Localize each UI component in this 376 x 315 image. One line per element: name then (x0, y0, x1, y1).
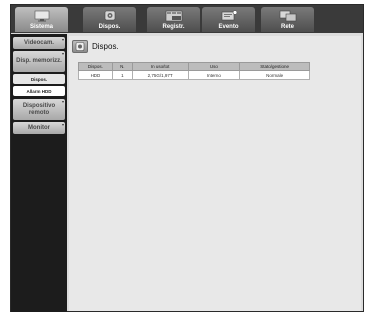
app-window: Sistema Dispos. Registr. Evento Rete ▾ V… (10, 4, 364, 312)
expand-marker-icon: ▾ (61, 122, 64, 127)
sidebar-item-label: Dispos. (30, 76, 48, 82)
column-header: Dispos. (78, 62, 113, 71)
tab-evento[interactable]: Evento (202, 7, 255, 32)
sidebar-item-dispos[interactable]: Dispos. (13, 74, 65, 84)
expand-marker-icon: ▾ (61, 99, 64, 104)
table-cell: 2,75G/1,97T (131, 70, 189, 80)
content-panel: Dispos. Dispos. N. In uso/tot Uso Stato/… (69, 36, 361, 311)
camera-icon (75, 42, 85, 51)
monitor-icon (34, 10, 49, 22)
tab-dispos[interactable]: Dispos. (83, 7, 136, 32)
sidebar-item-label: Dispositivo remoto (22, 102, 56, 116)
device-table: Dispos. N. In uso/tot Uso Stato/gestione… (78, 62, 310, 80)
sidebar-item-label: Monitor (28, 124, 50, 131)
tab-registr-label: Registr. (162, 24, 185, 30)
table-cell: HDD (78, 70, 113, 80)
sidebar-item-label: Videocam. (24, 39, 54, 46)
column-header: Uso (187, 62, 241, 71)
column-header: Stato/gestione (239, 62, 310, 71)
table-cell: Normale (239, 70, 310, 80)
sidebar-item-label: Disp. memorizz. (16, 58, 62, 64)
table-cell: Interno (187, 70, 241, 80)
sidebar-item-disp-memorizz[interactable]: ▾ Disp. memorizz. (13, 51, 65, 72)
table-row[interactable]: HDD 1 2,75G/1,97T Interno Normale (78, 70, 310, 80)
sidebar: ▾ Videocam. ▾ Disp. memorizz. Dispos. Al… (11, 34, 67, 312)
tab-evento-label: Evento (218, 24, 239, 30)
table-cell: 1 (111, 70, 133, 80)
top-navigation-bar: Sistema Dispos. Registr. Evento Rete (11, 5, 363, 33)
expand-marker-icon: ▾ (61, 51, 64, 56)
sidebar-item-videocam[interactable]: ▾ Videocam. (13, 37, 65, 49)
sidebar-item-label: Allarm HDD (26, 88, 52, 94)
column-header: In uso/tot (131, 62, 189, 71)
camera-icon (104, 10, 115, 21)
tab-dispos-label: Dispos. (98, 24, 121, 30)
sidebar-item-dispositivo-remoto[interactable]: ▾ Dispositivo remoto (13, 99, 65, 120)
expand-marker-icon: ▾ (61, 37, 64, 42)
tab-registr[interactable]: Registr. (147, 7, 200, 32)
network-icon (279, 10, 296, 22)
device-icon (72, 40, 88, 53)
tab-rete-label: Rete (280, 24, 294, 30)
table-header-row: Dispos. N. In uso/tot Uso Stato/gestione (78, 62, 310, 71)
sidebar-item-monitor[interactable]: ▾ Monitor (13, 122, 65, 134)
sidebar-item-allarm-hdd[interactable]: Allarm HDD (13, 86, 65, 96)
column-header: N. (111, 62, 133, 71)
page-title: Dispos. (92, 42, 119, 51)
tab-rete[interactable]: Rete (261, 7, 314, 32)
tab-sistema-label: Sistema (29, 24, 53, 30)
recording-icon (165, 10, 182, 22)
tab-sistema[interactable]: Sistema (15, 7, 68, 32)
event-icon (221, 10, 237, 21)
